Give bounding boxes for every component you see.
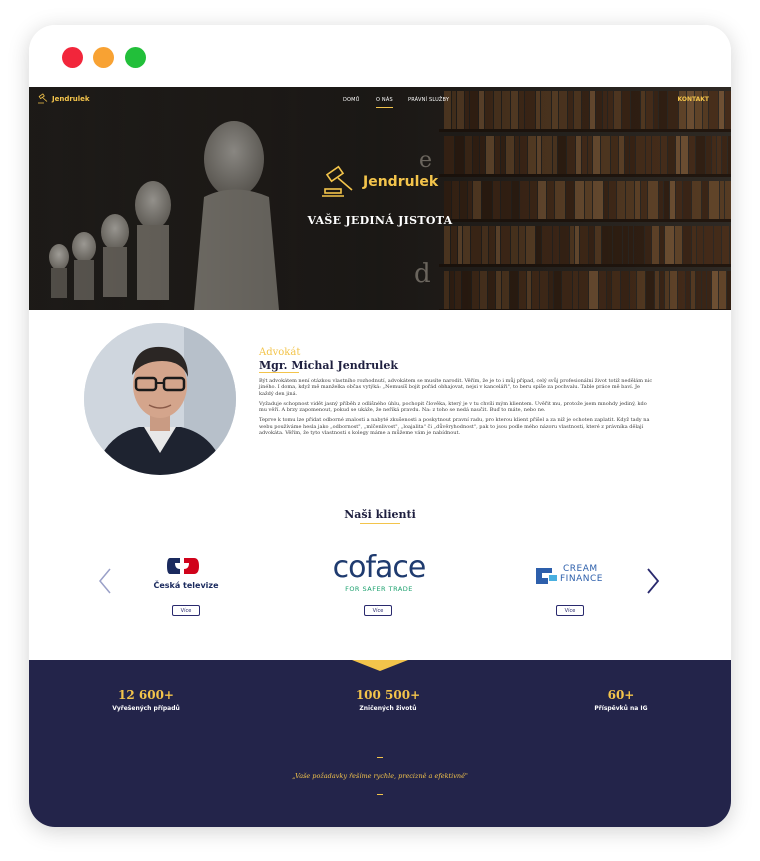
client-more-button[interactable]: Více xyxy=(172,605,200,616)
about-paragraph: Být advokátem není otázkou vlastního roz… xyxy=(259,378,653,397)
nav-brand-text: Jendrulek xyxy=(52,94,90,103)
window-chrome xyxy=(29,25,731,87)
client-logo-coface: coface FOR SAFER TRADE xyxy=(319,550,439,598)
maximize-window-button[interactable] xyxy=(125,47,146,68)
portrait-image xyxy=(84,323,236,475)
client-name: CREAM xyxy=(563,564,598,574)
about-text: Být advokátem není otázkou vlastního roz… xyxy=(259,378,653,440)
hero-brand-text: Jendrulek xyxy=(363,174,439,190)
top-navigation: Jendrulek DOMŮ O NÁS PRÁVNÍ SLUŽBY KONTA… xyxy=(29,87,731,111)
gavel-icon xyxy=(322,165,353,197)
nav-contact-link[interactable]: KONTAKT xyxy=(677,96,709,103)
hero-section: e d Jendrulek DOMŮ O NÁS PRÁVNÍ SLUŽBY K… xyxy=(29,87,731,310)
stat-value: 100 500+ xyxy=(355,688,421,702)
section-notch xyxy=(352,660,408,671)
about-section: Advokát Mgr. Michal Jendrulek Být advoká… xyxy=(29,310,731,660)
cream-finance-mark xyxy=(536,568,557,584)
client-logo-ceska-televize: Česká televize xyxy=(153,556,219,598)
client-subtitle: FOR SAFER TRADE xyxy=(345,585,413,593)
stat-item: 100 500+ Zničených životů xyxy=(313,688,463,712)
stat-item: 12 600+ Vyřešených případů xyxy=(71,688,221,712)
close-window-button[interactable] xyxy=(62,47,83,68)
chevron-left-icon[interactable] xyxy=(97,567,113,595)
client-name-line2: FINANCE xyxy=(560,574,603,584)
gavel-icon xyxy=(38,93,48,104)
minimize-window-button[interactable] xyxy=(93,47,114,68)
stat-value: 60+ xyxy=(607,688,635,702)
lawyer-portrait xyxy=(84,323,236,475)
clients-divider xyxy=(360,523,400,524)
about-paragraph: Teprve k tomu lze přidat odborné znalost… xyxy=(259,417,650,437)
hero-tagline: VAŠE JEDINÁ JISTOTA xyxy=(307,214,453,227)
quote-dash-top xyxy=(377,757,383,758)
browser-window: e d Jendrulek DOMŮ O NÁS PRÁVNÍ SLUŽBY K… xyxy=(29,25,731,827)
stat-item: 60+ Příspěvků na IG xyxy=(546,688,696,712)
stat-value: 12 600+ xyxy=(118,688,174,702)
client-more-button[interactable]: Více xyxy=(556,605,584,616)
about-name: Mgr. Michal Jendrulek xyxy=(259,359,398,372)
client-logo-cream-finance: CREAM FINANCE xyxy=(534,564,614,588)
hero-logo: Jendrulek xyxy=(319,165,438,199)
nav-item-home[interactable]: DOMŮ xyxy=(343,97,360,103)
ceska-televize-logo xyxy=(167,558,199,574)
quote-dash-bottom xyxy=(377,794,383,795)
svg-text:d: d xyxy=(414,259,431,289)
client-name: Česká televize xyxy=(153,581,219,590)
client-more-button[interactable]: Více xyxy=(364,605,392,616)
stat-label: Zničených životů xyxy=(359,705,417,712)
about-role: Advokát xyxy=(259,347,301,358)
chevron-right-icon[interactable] xyxy=(645,567,661,595)
nav-brand-link[interactable]: Jendrulek xyxy=(37,93,90,104)
nav-item-about[interactable]: O NÁS xyxy=(376,97,393,108)
about-divider xyxy=(259,372,299,373)
nav-item-legal-services[interactable]: PRÁVNÍ SLUŽBY xyxy=(408,97,449,103)
client-name: coface xyxy=(332,550,427,585)
clients-title: Naši klienti xyxy=(344,508,416,521)
stats-section: 12 600+ Vyřešených případů 100 500+ Znič… xyxy=(29,660,731,827)
stat-label: Příspěvků na IG xyxy=(594,705,648,712)
quote-text: „Vaše požadavky řešíme rychle, precizně … xyxy=(292,772,468,780)
about-paragraph: Vyžaduje schopnost vidět jasný příběh z … xyxy=(259,400,647,414)
stat-label: Vyřešených případů xyxy=(112,705,180,712)
